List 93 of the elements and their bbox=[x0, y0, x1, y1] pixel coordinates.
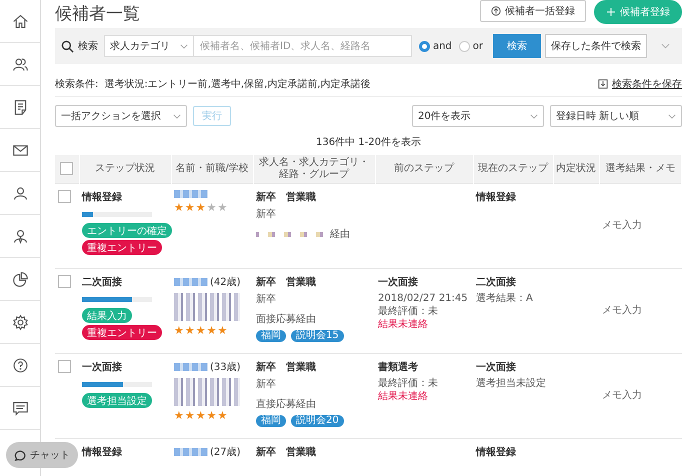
sort-select[interactable]: 登録日時 新しい順 bbox=[550, 105, 682, 127]
logic-radio[interactable]: and bbox=[418, 40, 452, 52]
bulk-action-select[interactable]: 一括アクションを選択 bbox=[55, 105, 187, 127]
row-checkbox[interactable] bbox=[58, 190, 71, 203]
job-title: 新卒 営業職 bbox=[256, 360, 317, 374]
previous-step: 一次面接 bbox=[378, 275, 470, 289]
search-label: 検索 bbox=[78, 40, 98, 53]
category-select[interactable]: 求人カテゴリ bbox=[104, 35, 194, 57]
group-tag: 福岡 bbox=[256, 330, 286, 342]
rating-stars: ★★★★★ bbox=[174, 201, 230, 214]
select-all-checkbox[interactable] bbox=[60, 162, 74, 176]
memo-link[interactable]: メモ入力 bbox=[602, 220, 642, 231]
rating-stars: ★★★★★ bbox=[174, 409, 230, 422]
step-action-button[interactable]: 重複エントリー bbox=[82, 325, 162, 340]
column-header: 現在のステップ bbox=[478, 163, 548, 174]
redacted-details bbox=[174, 378, 240, 406]
route-text: 面接応募経由 bbox=[256, 312, 316, 326]
logic-radio[interactable]: or bbox=[458, 40, 483, 52]
speech-bubble-icon bbox=[14, 449, 26, 461]
chevron-down-icon bbox=[530, 114, 538, 118]
redacted-name bbox=[174, 190, 208, 198]
conditions-text: 選考状況:エントリー前,選考中,保留,内定承諾前,内定承諾後 bbox=[104, 78, 370, 91]
settings-icon[interactable] bbox=[12, 314, 28, 330]
page-title: 候補者一覧 bbox=[55, 3, 140, 25]
help-icon[interactable] bbox=[12, 356, 28, 374]
current-step: 二次面接 bbox=[476, 275, 550, 289]
pie-chart-icon[interactable] bbox=[12, 270, 28, 288]
home-icon[interactable] bbox=[12, 12, 28, 30]
row-checkbox[interactable] bbox=[58, 360, 71, 373]
redacted-name bbox=[174, 448, 208, 456]
step-status: 一次面接 bbox=[82, 360, 123, 374]
job-title: 新卒 営業職 bbox=[256, 190, 317, 204]
redacted-details bbox=[174, 293, 240, 321]
redacted-name bbox=[174, 363, 208, 371]
candidate-age: (33歳) bbox=[210, 360, 241, 374]
rating-stars: ★★★★★ bbox=[174, 324, 230, 337]
job-category: 新卒 bbox=[256, 292, 277, 306]
job-title: 新卒 営業職 bbox=[256, 445, 317, 459]
chat-icon[interactable] bbox=[12, 400, 28, 416]
download-icon bbox=[598, 79, 608, 89]
step-note: 結果未連絡 bbox=[378, 390, 429, 403]
group-tag: 説明会20 bbox=[291, 415, 344, 427]
step-status: 情報登録 bbox=[82, 446, 123, 459]
conditions-label: 検索条件: bbox=[55, 78, 98, 91]
current-step: 情報登録 bbox=[476, 445, 550, 459]
current-step: 一次面接 bbox=[476, 360, 550, 374]
route-suffix: 経由 bbox=[330, 228, 350, 241]
current-step: 情報登録 bbox=[476, 190, 550, 204]
person-tie-icon[interactable] bbox=[12, 228, 28, 244]
search-icon bbox=[61, 40, 74, 52]
memo-link[interactable]: メモ入力 bbox=[602, 305, 642, 316]
people-icon[interactable] bbox=[12, 56, 28, 72]
search-field[interactable]: 候補者名、候補者ID、求人名、経路名 bbox=[194, 35, 412, 57]
column-header: 求人名・求人カテゴリ・経路・グループ bbox=[259, 157, 369, 180]
column-header: ステップ状況 bbox=[95, 163, 155, 174]
column-header: 前のステップ bbox=[394, 163, 454, 174]
step-status: 二次面接 bbox=[82, 276, 123, 289]
step-action-button[interactable]: 重複エントリー bbox=[82, 240, 162, 255]
group-tag: 説明会15 bbox=[291, 330, 344, 342]
saved-search-button[interactable]: 保存した条件で検索 bbox=[545, 34, 647, 58]
column-header: 名前・前職/学校 bbox=[175, 163, 249, 174]
candidate-age: (42歳) bbox=[210, 276, 241, 289]
person-icon[interactable] bbox=[12, 184, 28, 202]
per-page-select[interactable]: 20件を表示 bbox=[412, 105, 544, 127]
memo-link[interactable]: メモ入力 bbox=[602, 390, 642, 401]
row-checkbox[interactable] bbox=[58, 275, 71, 288]
candidate-age: (27歳) bbox=[210, 446, 241, 459]
step-note: 結果未連絡 bbox=[378, 318, 429, 331]
chevron-down-icon bbox=[173, 114, 181, 118]
column-header: 内定状況 bbox=[556, 163, 596, 174]
previous-step: 書類選考 bbox=[378, 360, 470, 374]
upload-icon bbox=[491, 6, 501, 16]
step-note: 選考結果：A bbox=[476, 292, 534, 305]
chat-button[interactable]: チャット bbox=[6, 442, 78, 468]
chevron-down-icon bbox=[180, 44, 188, 48]
job-category: 新卒 bbox=[256, 208, 277, 221]
step-status: 情報登録 bbox=[82, 190, 123, 204]
step-note: 選考担当未設定 bbox=[476, 377, 547, 390]
save-conditions-link[interactable]: 検索条件を保存 bbox=[612, 77, 682, 91]
group-tag: 福岡 bbox=[256, 415, 286, 427]
redacted-name bbox=[174, 278, 208, 286]
search-button[interactable]: 検索 bbox=[493, 34, 541, 58]
column-header: 選考結果・メモ bbox=[605, 163, 676, 174]
step-note: 最終評価：未 bbox=[378, 377, 439, 390]
job-title: 新卒 営業職 bbox=[256, 275, 317, 289]
bulk-register-button[interactable]: 候補者一括登録 bbox=[480, 0, 586, 22]
route-text: 直接応募経由 bbox=[256, 398, 316, 411]
chevron-down-icon bbox=[668, 114, 676, 118]
result-count: 136件中 1-20件を表示 bbox=[316, 137, 421, 148]
step-note: 2018/02/27 21:45 bbox=[378, 292, 469, 305]
step-note: 最終評価：未 bbox=[378, 305, 439, 318]
plus-icon bbox=[606, 7, 616, 17]
job-category: 新卒 bbox=[256, 378, 277, 391]
